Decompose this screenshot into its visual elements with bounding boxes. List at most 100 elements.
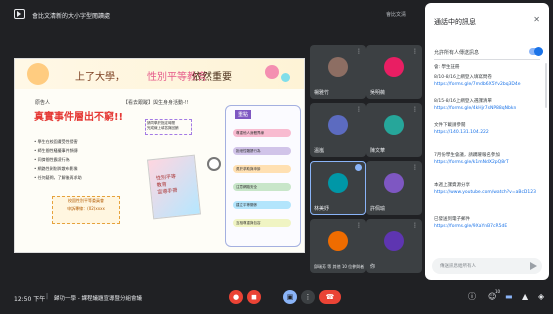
close-icon[interactable]: ✕ — [533, 15, 540, 24]
mind-map-item: 建立平等關係 — [233, 201, 291, 209]
avatar-group — [328, 230, 348, 251]
leave-call-button[interactable]: ☎ — [319, 290, 341, 304]
more-options-icon[interactable]: ⋮ — [356, 48, 362, 55]
allow-messages-toggle[interactable] — [529, 47, 543, 56]
activities-icon[interactable]: ▲ — [522, 293, 528, 301]
slide-contact-box: 校園性別平等委員會 申訴專線：(02)xxxx — [52, 196, 120, 224]
more-vert-icon: ⋮ — [304, 293, 312, 301]
hang-up-icon: ☎ — [325, 293, 335, 301]
participant-tile[interactable]: ⋮ 溫嵐 — [310, 103, 366, 157]
avatar — [328, 114, 348, 135]
message-link[interactable]: https://140.131.104.222 — [434, 130, 544, 137]
people-count: 10 — [495, 289, 501, 294]
participant-tile-speaking[interactable]: 林美妤 — [310, 161, 366, 215]
mind-map-title: 重點 — [235, 110, 252, 119]
participant-tile[interactable]: ⋮ 許佩瑜 — [366, 161, 422, 215]
meeting-controls-bar: 12:50 下午 | 歸功一學 - 課程議題宣導暨分組會議 ● ◼ ▣ ⋮ ☎ … — [0, 282, 553, 314]
avatar — [384, 172, 404, 193]
chat-message: 8/10-8/16上網登入填寫問卷 https://forms.gle/7mdb… — [434, 75, 544, 88]
booklet-title-line: 宣導手冊 — [157, 187, 178, 196]
participant-name: 陳文華 — [370, 148, 386, 154]
chat-input[interactable]: 傳送訊息給所有人 — [432, 258, 542, 274]
camera-off-icon: ◼ — [251, 293, 257, 301]
slide-section-heading: 【看去跟蹤】與生身身活動-!! — [123, 100, 189, 106]
mind-map-item: 拒絕性騷擾行為 — [233, 147, 291, 155]
clock: 12:50 下午 — [14, 296, 46, 303]
more-options-icon[interactable]: ⋮ — [412, 164, 418, 171]
mind-map-item: 尊重他人身體界線 — [233, 129, 291, 137]
slide-bullet: • 同儕間性霸凌行為 — [34, 157, 70, 162]
chat-icon[interactable]: ▬ — [505, 293, 513, 301]
slide-bullet-list: • 學生在校園遭受性侵害 • 師生間性騷擾事件頻傳 • 同儕間性霸凌行為 • 網… — [34, 137, 82, 182]
mind-map-item: 注意網路安全 — [233, 183, 291, 191]
participant-name: 你 — [370, 264, 376, 270]
slide-note-box: 請同學於指定時間 完成線上填答與回饋 — [145, 119, 192, 135]
avatar — [328, 56, 348, 77]
meeting-name: 歸功一學 - 課程議題宣導暨分組會議 — [54, 296, 142, 302]
mic-off-button[interactable]: ● — [229, 290, 243, 304]
mind-map-item: 互相尊重與包容 — [233, 219, 291, 227]
slide-title-part: 上了大學， — [75, 72, 125, 83]
slide-bullet: • 任何疑問，了解後再求助 — [34, 175, 82, 180]
info-icon[interactable]: ⓘ — [468, 293, 476, 301]
chat-input-placeholder: 傳送訊息給所有人 — [440, 264, 476, 269]
participant-tile[interactable]: ⋮ 吳明薇 — [366, 45, 422, 99]
more-options-icon[interactable]: ⋮ — [356, 222, 362, 229]
avatar — [384, 114, 404, 135]
message-link[interactable]: https://forms.gle/7mdb6X5Yv2bq3D4e — [434, 82, 544, 89]
chat-panel: 通話中的訊息 ✕ 允許所有人傳送訊息 會: 學生註冊 8/10-8/16上網登入… — [425, 3, 549, 280]
message-link[interactable]: https://www.youtube.com/watch?v=aBcD123 — [434, 190, 544, 197]
host-controls-icon[interactable]: ◈ — [538, 293, 544, 301]
allow-messages-label: 允許所有人傳送訊息 — [434, 50, 480, 56]
message-link[interactable]: https://forms.gle/4kHjr7sNP88qNbkn — [434, 106, 544, 113]
booklet-title: 性別平等 教育 宣導手冊 — [156, 174, 178, 197]
present-icon: ▣ — [286, 293, 294, 301]
participant-tile[interactable]: ⋮ 楊雅竹 — [310, 45, 366, 99]
booklet-image: 性別平等 教育 宣導手冊 — [146, 154, 202, 220]
chat-scrollbar[interactable] — [545, 63, 547, 108]
chat-message: 7月份學生會議，請踴躍報名參加 https://forms.gle/k1mNdX… — [434, 153, 544, 166]
slide-bullet: • 網路性剝削與散布影像 — [34, 166, 78, 171]
participant-name: 楊雅竹 — [314, 90, 330, 96]
more-options-icon[interactable]: ⋮ — [356, 106, 362, 113]
camera-off-button[interactable]: ◼ — [247, 290, 261, 304]
slide-headline: 真實事件層出不窮!! — [34, 112, 124, 123]
slide-contact-line: 校園性別平等委員會 — [68, 198, 104, 203]
slide-bullet: • 師生間性騷擾事件頻傳 — [34, 148, 78, 153]
message-text: 會: 學生註冊 — [434, 65, 460, 70]
present-button[interactable]: ▣ — [283, 290, 297, 304]
self-tile[interactable]: ⋮ 你 — [366, 219, 422, 273]
participant-name: 吳明薇 — [370, 90, 386, 96]
more-options-icon[interactable]: ⋮ — [412, 48, 418, 55]
avatar — [384, 230, 404, 251]
message-link[interactable]: https://forms.gle/9XaYnB7cR5dE — [434, 224, 544, 231]
magnifier-icon — [207, 157, 221, 171]
chat-message: 已發送到電子郵件 https://forms.gle/9XaYnB7cR5dE — [434, 217, 544, 230]
participant-tile-others[interactable]: ⋮ 邱瑞芳 等 其他 10 位參與者 — [310, 219, 366, 273]
slide-note-line: 完成線上填答與回饋 — [147, 126, 179, 130]
send-icon[interactable] — [530, 262, 537, 270]
separator: | — [46, 293, 49, 300]
shared-screen: 上了大學， 性別平等教育 依然重要 原告人 真實事件層出不窮!! • 學生在校園… — [14, 58, 305, 253]
chat-message: 文件下載請參閱 https://140.131.104.222 — [434, 123, 544, 136]
meeting-title: 會比文清新的大小字型閱讀處 — [32, 13, 111, 20]
slide-decoration — [281, 73, 290, 82]
mic-off-icon: ● — [232, 293, 240, 301]
more-options-icon[interactable]: ⋮ — [412, 222, 418, 229]
speaking-indicator-icon — [355, 164, 362, 171]
chat-message: 8/15-8/16上網登入選課清單 https://forms.gle/4kHj… — [434, 99, 544, 112]
slide-bullet: • 學生在校園遭受性侵害 — [34, 139, 78, 144]
participant-name: 邱瑞芳 等 其他 10 位參與者 — [314, 264, 365, 269]
message-link[interactable]: https://forms.gle/k1mNdX2pQ8rT — [434, 160, 544, 167]
presenter-badge: 會比文清 — [386, 12, 407, 18]
avatar — [384, 56, 404, 77]
participant-tile[interactable]: ⋮ 陳文華 — [366, 103, 422, 157]
participant-name: 許佩瑜 — [370, 206, 386, 212]
slide-decoration — [27, 63, 49, 85]
screen-share-icon — [14, 9, 25, 19]
mind-map-item: 勇於求助與申訴 — [233, 165, 291, 173]
avatar — [328, 172, 348, 193]
divider — [434, 59, 540, 60]
more-options-icon[interactable]: ⋮ — [412, 106, 418, 113]
more-options-button[interactable]: ⋮ — [301, 290, 315, 304]
